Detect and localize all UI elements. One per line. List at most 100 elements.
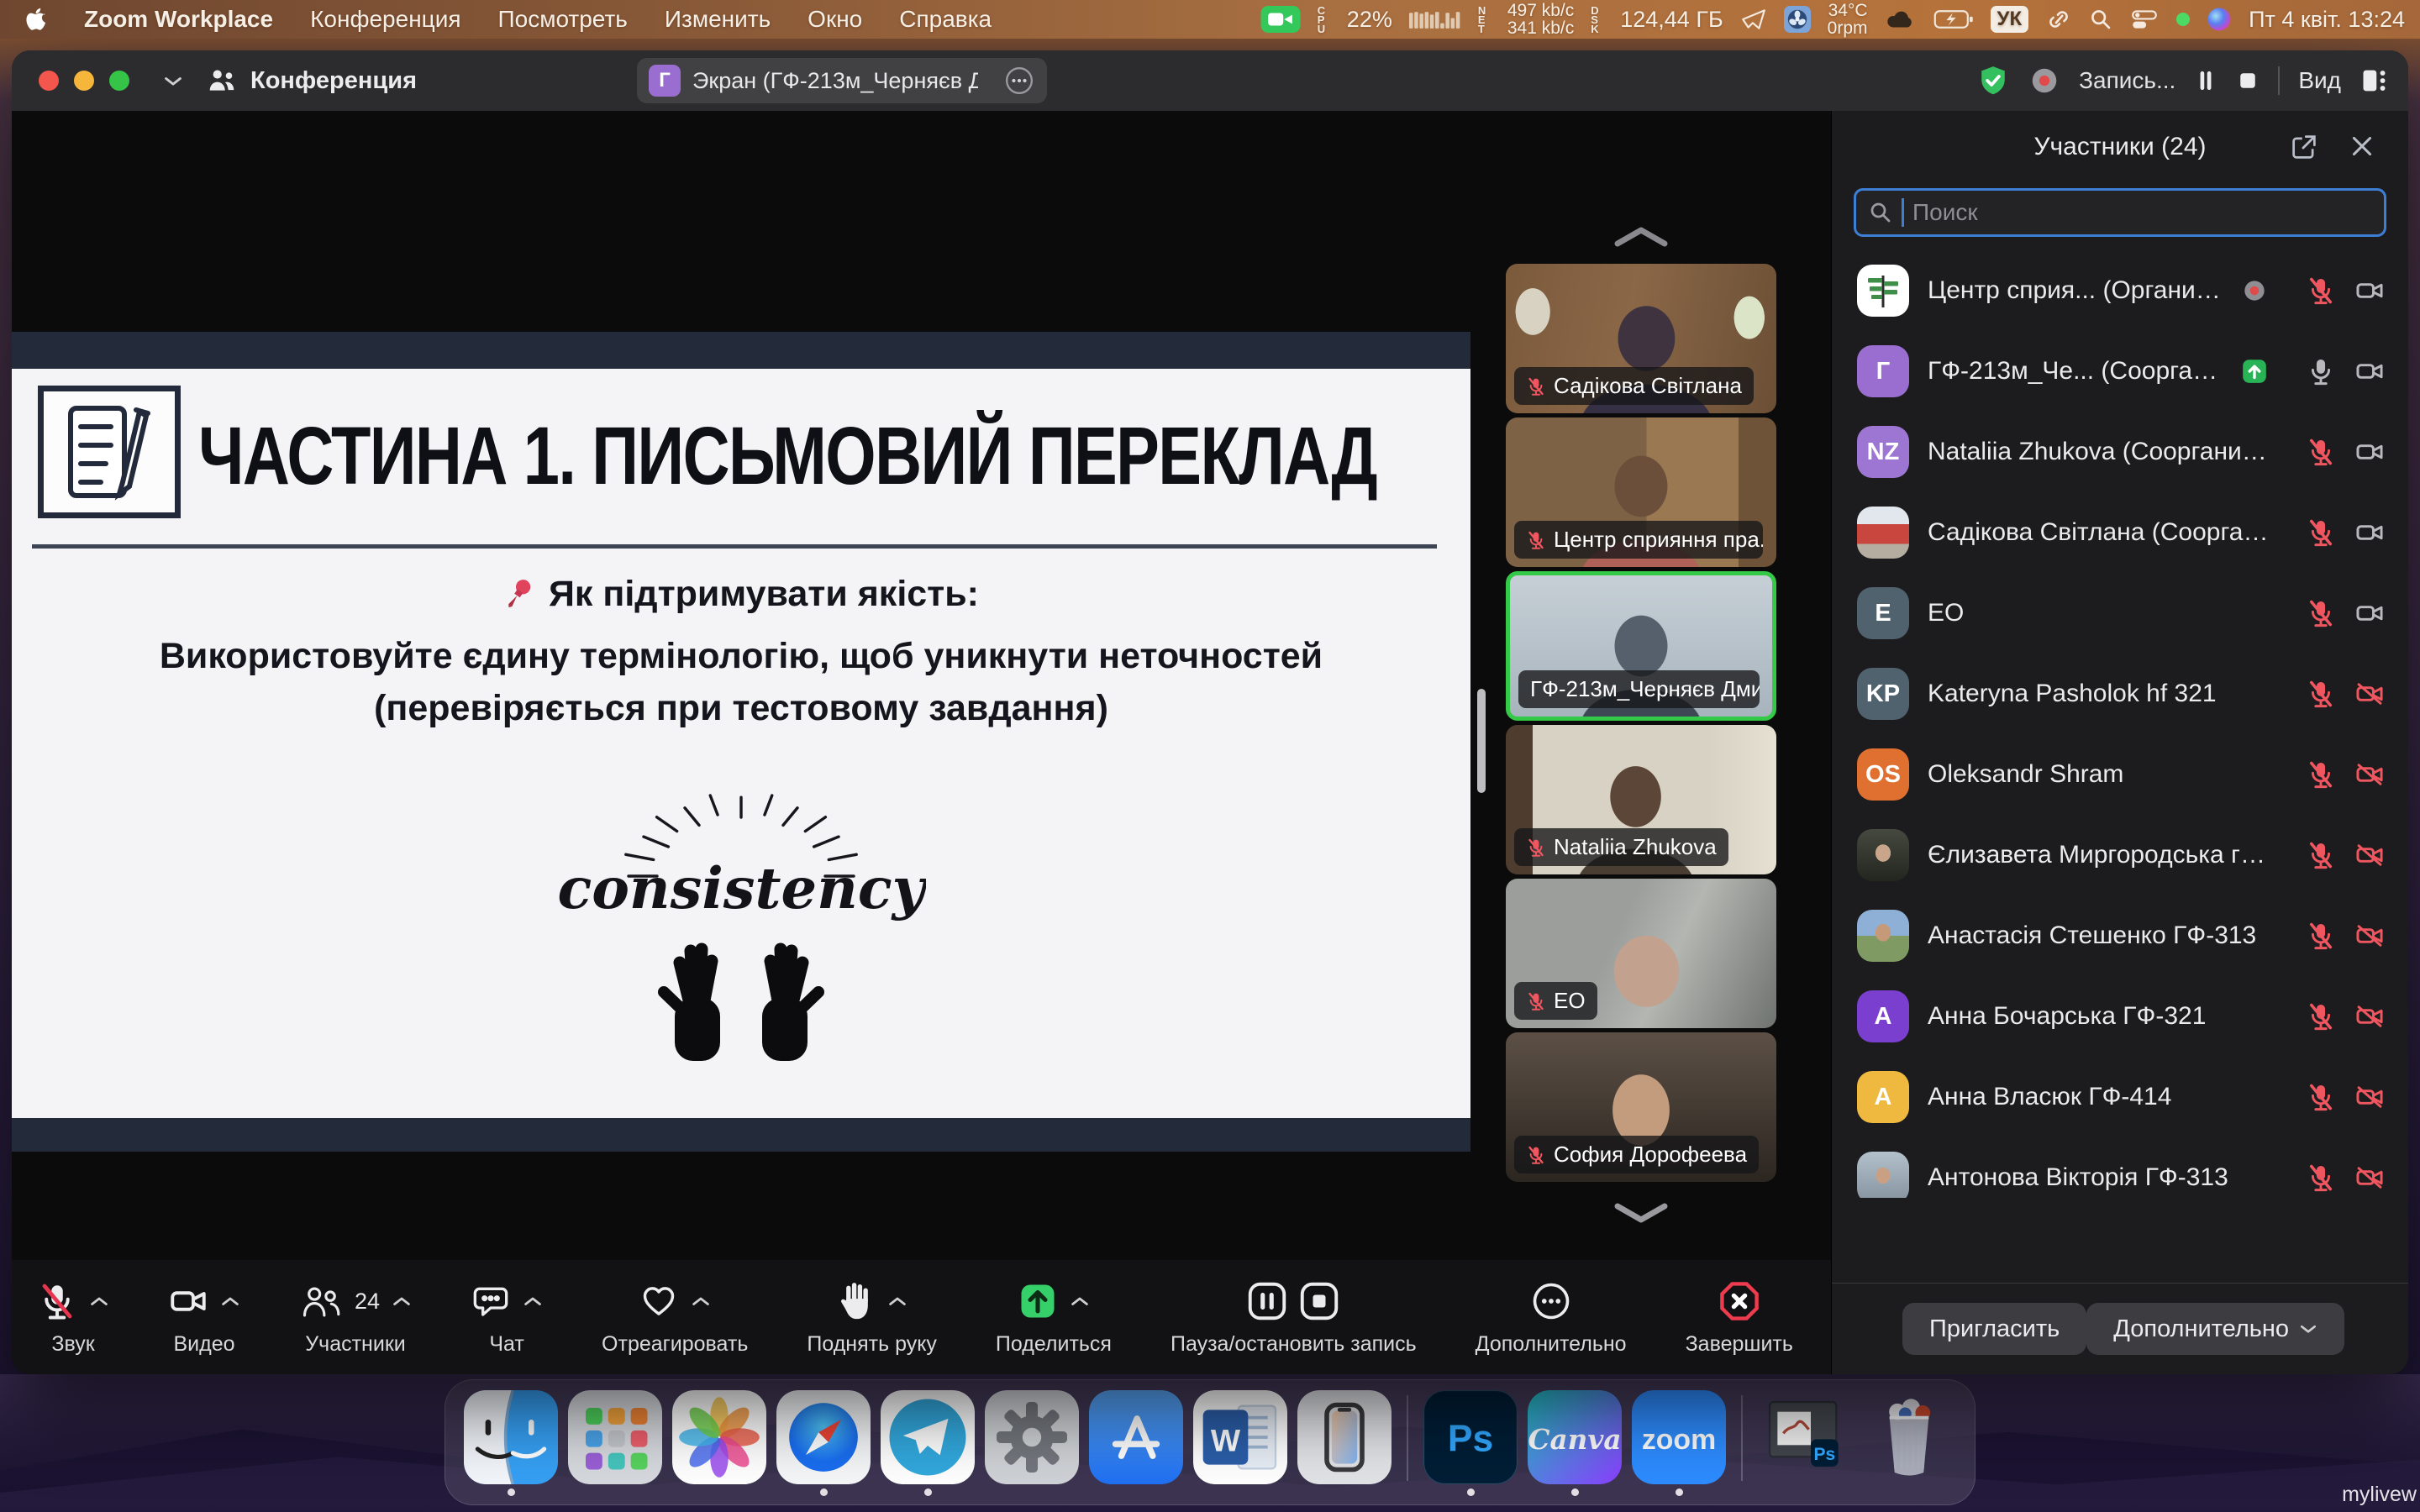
battery-icon[interactable] bbox=[1933, 8, 1974, 30]
chevron-down-icon[interactable] bbox=[163, 75, 183, 87]
launchpad-icon bbox=[568, 1390, 662, 1484]
stop-recording-button[interactable] bbox=[2236, 69, 2260, 92]
dock-app-app-store[interactable] bbox=[1089, 1390, 1183, 1496]
pause-recording-button[interactable] bbox=[2194, 69, 2217, 92]
participant-row[interactable]: Садікова Світлана (Соорганизатор) bbox=[1832, 492, 2408, 573]
dock-app-telegram[interactable] bbox=[881, 1390, 975, 1496]
disk-value[interactable]: 124,44 ГБ bbox=[1620, 7, 1723, 33]
search-icon bbox=[1868, 200, 1893, 225]
participant-row[interactable]: EEO bbox=[1832, 573, 2408, 654]
search-input[interactable]: Поиск bbox=[1854, 188, 2386, 237]
cloud-icon[interactable] bbox=[1885, 8, 1917, 31]
control-center-icon[interactable] bbox=[2129, 8, 2160, 30]
invite-button[interactable]: Пригласить bbox=[1902, 1303, 2086, 1355]
popout-icon[interactable] bbox=[2289, 132, 2319, 162]
participant-row[interactable]: Центр сприя... (Организатор, я) bbox=[1832, 250, 2408, 331]
video-tile[interactable]: Садікова Світлана bbox=[1506, 264, 1776, 413]
video-tile[interactable]: ГФ-213м_Черняєв Дми... bbox=[1506, 571, 1776, 721]
view-label[interactable]: Вид bbox=[2298, 67, 2341, 94]
security-shield-icon[interactable] bbox=[1976, 64, 2010, 97]
participant-row[interactable]: Анастасія Стешенко ГФ-313 bbox=[1832, 895, 2408, 976]
menu-item-help[interactable]: Справка bbox=[899, 6, 992, 33]
caret-up-icon[interactable] bbox=[220, 1295, 240, 1308]
video-tile[interactable]: София Дорофеева bbox=[1506, 1032, 1776, 1182]
apple-icon[interactable] bbox=[25, 7, 47, 32]
dock-app-finder[interactable] bbox=[464, 1390, 558, 1496]
caret-up-icon[interactable] bbox=[1070, 1295, 1090, 1308]
mail-icon[interactable] bbox=[1740, 8, 1767, 31]
video-tile[interactable]: Центр сприяння пра... bbox=[1506, 417, 1776, 567]
fan-icon[interactable] bbox=[1784, 6, 1811, 33]
toolbar-button-more[interactable]: Дополнительно bbox=[1476, 1278, 1627, 1357]
meeting-tab-label[interactable]: Конференция bbox=[250, 67, 417, 95]
close-icon[interactable] bbox=[2348, 132, 2376, 160]
tb-people-icon bbox=[299, 1283, 343, 1320]
toolbar-button-share[interactable]: Поделиться bbox=[996, 1278, 1112, 1357]
menu-item-conference[interactable]: Конференция bbox=[310, 6, 460, 33]
toolbar-button-people[interactable]: 24Участники bbox=[299, 1278, 412, 1357]
dock-app-photoshop-document[interactable]: Ps bbox=[1758, 1390, 1852, 1496]
toolbar-button-chat[interactable]: Чат bbox=[471, 1278, 543, 1357]
dock-app-photoshop[interactable]: Ps bbox=[1423, 1390, 1518, 1496]
minimize-window-button[interactable] bbox=[74, 71, 94, 91]
dock-app-photos[interactable] bbox=[672, 1390, 766, 1496]
participant-row[interactable]: KPKateryna Pasholok hf 321 bbox=[1832, 654, 2408, 734]
participant-row[interactable]: Антонова Вікторія ГФ-313 bbox=[1832, 1137, 2408, 1198]
menu-item-view[interactable]: Посмотреть bbox=[498, 6, 628, 33]
participant-row[interactable]: ААнна Бочарська ГФ-321 bbox=[1832, 976, 2408, 1057]
dock-app-trash[interactable] bbox=[1862, 1390, 1956, 1496]
participant-row[interactable]: OSOleksandr Shram bbox=[1832, 734, 2408, 815]
video-tile[interactable]: EO bbox=[1506, 879, 1776, 1028]
menu-item-edit[interactable]: Изменить bbox=[665, 6, 771, 33]
strip-scroll-down[interactable] bbox=[1506, 1186, 1776, 1226]
link-icon[interactable] bbox=[2045, 8, 2072, 31]
camera-on-icon bbox=[2354, 517, 2385, 548]
cpu-value[interactable]: 22% bbox=[1347, 7, 1392, 33]
participant-row[interactable]: ГГФ-213м_Че... (Соорганизатор) bbox=[1832, 331, 2408, 412]
toolbar-button-mic-muted[interactable]: Звук bbox=[37, 1278, 109, 1357]
menu-app-name[interactable]: Zoom Workplace bbox=[84, 6, 273, 33]
language-badge[interactable]: УК bbox=[1991, 6, 2029, 33]
camera-active-icon[interactable] bbox=[1260, 6, 1301, 33]
strip-scroll-up[interactable] bbox=[1506, 218, 1776, 264]
dock-app-word[interactable]: W bbox=[1193, 1390, 1287, 1496]
dock-app-zoom[interactable]: zoom bbox=[1632, 1390, 1726, 1496]
toolbar-button-video[interactable]: Видео bbox=[168, 1278, 240, 1357]
tab-more-icon[interactable] bbox=[1003, 65, 1035, 97]
search-icon[interactable] bbox=[2089, 8, 2112, 31]
more-button[interactable]: Дополнительно bbox=[2086, 1303, 2344, 1355]
caret-up-icon[interactable] bbox=[89, 1295, 109, 1308]
screen-share-tab[interactable]: Г Экран (ГФ-213м_Черняєв Д bbox=[637, 58, 1047, 103]
dock-app-launchpad[interactable] bbox=[568, 1390, 662, 1496]
menu-item-window[interactable]: Окно bbox=[808, 6, 862, 33]
dock-app-iphone-mirroring[interactable] bbox=[1297, 1390, 1392, 1496]
menu-clock[interactable]: Пт 4 квіт. 13:24 bbox=[2249, 7, 2405, 33]
temp-values[interactable]: 34°C0rpm bbox=[1828, 2, 1868, 37]
cpu-bars-icon[interactable] bbox=[1409, 9, 1461, 29]
dock-app-settings[interactable] bbox=[985, 1390, 1079, 1496]
participant-row[interactable]: NZNataliia Zhukova (Соорганизатор) bbox=[1832, 412, 2408, 492]
siri-icon[interactable] bbox=[2207, 7, 2232, 32]
dock-app-canva[interactable]: Canva bbox=[1528, 1390, 1622, 1496]
close-window-button[interactable] bbox=[39, 71, 59, 91]
toolbar-button-record[interactable]: Пауза/остановить запись bbox=[1171, 1278, 1417, 1357]
toolbar-button-heart[interactable]: Отреагировать bbox=[602, 1278, 748, 1357]
participant-row[interactable]: Єлизавета Миргородська гф414сп bbox=[1832, 815, 2408, 895]
fullscreen-window-button[interactable] bbox=[109, 71, 129, 91]
caret-up-icon[interactable] bbox=[887, 1295, 908, 1308]
toolbar-button-label: Звук bbox=[51, 1332, 94, 1357]
caret-up-icon[interactable] bbox=[392, 1295, 412, 1308]
participant-row[interactable]: ААнна Власюк ГФ-414 bbox=[1832, 1057, 2408, 1137]
caret-up-icon[interactable] bbox=[691, 1295, 711, 1308]
view-layout-icon[interactable] bbox=[2360, 66, 2390, 96]
caret-up-icon[interactable] bbox=[523, 1295, 543, 1308]
toolbar-button-end[interactable]: Завершить bbox=[1686, 1278, 1793, 1357]
svg-text:Ps: Ps bbox=[1813, 1445, 1835, 1464]
scrollbar-thumb[interactable] bbox=[1477, 689, 1486, 793]
toolbar-button-hand[interactable]: Поднять руку bbox=[807, 1278, 937, 1357]
net-values[interactable]: 497 kb/c341 kb/c bbox=[1507, 2, 1574, 37]
camera-on-icon bbox=[2354, 356, 2385, 386]
video-tile[interactable]: Nataliia Zhukova bbox=[1506, 725, 1776, 874]
dock-app-safari[interactable] bbox=[776, 1390, 871, 1496]
camera-off-icon bbox=[2354, 840, 2385, 870]
